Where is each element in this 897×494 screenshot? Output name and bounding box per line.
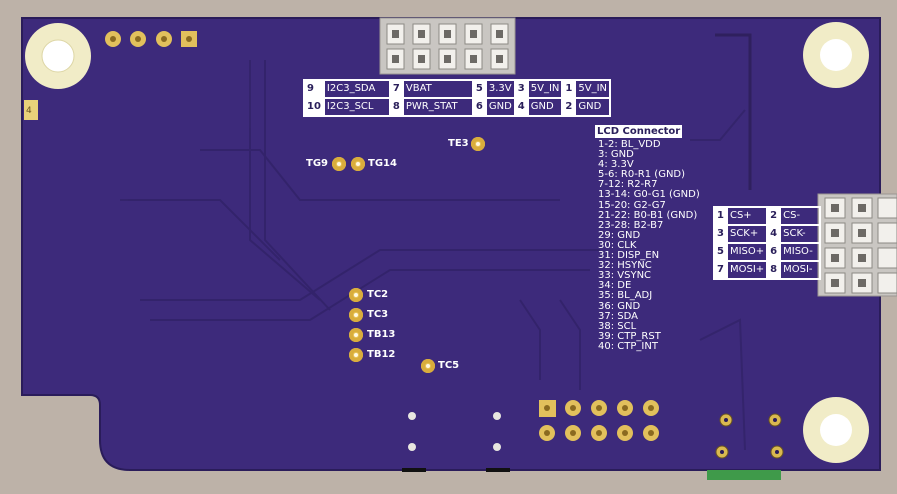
test-point-label-te3: TE3 (448, 138, 469, 149)
spi-row: 3 SCK+ 4 SCK- (713, 224, 822, 244)
pin-label: PWR_STAT (401, 97, 474, 117)
pin-label: GND (484, 97, 516, 117)
spi-row: 1 CS+ 2 CS- (713, 206, 822, 226)
pcb-view: 4 9 I2C3_SDA 7 VBAT 5 3.3V 3 5V_IN 1 5V_… (0, 0, 897, 494)
pin-number: 10 (303, 97, 325, 117)
test-point-icon (471, 137, 485, 151)
pin-number: 8 (388, 97, 404, 117)
pin-number: 3 (713, 224, 728, 244)
pin-label: I2C3_SCL (322, 97, 391, 117)
spi-row: 5 MISO+ 6 MISO- (713, 242, 822, 262)
pin-label: GND (574, 97, 612, 117)
pin-number: 4 (766, 224, 782, 244)
lcd-pin: 35: BL_ADJ (598, 290, 653, 302)
test-point-label-tc3: TC3 (367, 309, 389, 320)
pin-label: MOSI- (779, 260, 822, 280)
pin-label: MISO- (779, 242, 822, 262)
pin-label: SCK+ (725, 224, 769, 244)
test-point-icon (332, 157, 346, 171)
test-point-icon (349, 348, 363, 362)
pin-row: 9 I2C3_SDA 7 VBAT 5 3.3V 3 5V_IN 1 5V_IN (303, 79, 612, 99)
pin-label: 3.3V (484, 79, 516, 99)
pin-label: CS+ (725, 206, 769, 226)
pin-number: 9 (303, 79, 325, 99)
pin-number: 5 (713, 242, 728, 262)
test-point-label-tc5: TC5 (438, 360, 460, 371)
pin-label: SCK- (779, 224, 822, 244)
pin-number: 1 (561, 79, 577, 99)
pin-number: 7 (388, 79, 404, 99)
pin-number: 1 (713, 206, 728, 226)
pin-label: MOSI+ (725, 260, 769, 280)
pin-label: MISO+ (725, 242, 769, 262)
pin-number: 2 (561, 97, 577, 117)
pin-label: 5V_IN (574, 79, 612, 99)
test-point-icon (349, 288, 363, 302)
pin-header-legend: 9 I2C3_SDA 7 VBAT 5 3.3V 3 5V_IN 1 5V_IN… (303, 79, 612, 117)
pin-label: CS- (779, 206, 822, 226)
pin-label: 5V_IN (526, 79, 564, 99)
pin-row: 10 I2C3_SCL 8 PWR_STAT 6 GND 4 GND 2 GND (303, 97, 612, 117)
pin-number: 5 (471, 79, 487, 99)
lcd-pin-list: 1-2: BL_VDD 3: GND 4: 3.3V 5-6: R0-R1 (G… (598, 139, 700, 352)
test-point-icon (351, 157, 365, 171)
pin-number: 4 (513, 97, 529, 117)
pin-label: GND (526, 97, 564, 117)
pin-number: 2 (766, 206, 782, 226)
pin-label: VBAT (401, 79, 474, 99)
spi-row: 7 MOSI+ 8 MOSI- (713, 260, 822, 280)
pin-number: 6 (471, 97, 487, 117)
pin-label: I2C3_SDA (322, 79, 391, 99)
lcd-pin: 40: CTP_INT (598, 340, 658, 352)
test-point-label-tb12: TB12 (367, 349, 396, 360)
test-point-label-tg9: TG9 (306, 158, 328, 169)
test-point-label-tc2: TC2 (367, 289, 389, 300)
test-point-icon (421, 359, 435, 373)
pin-number: 3 (513, 79, 529, 99)
test-point-icon (349, 328, 363, 342)
test-point-label-tb13: TB13 (367, 329, 396, 340)
pin-number: 6 (766, 242, 782, 262)
test-point-icon (349, 308, 363, 322)
test-point-label-tg14: TG14 (368, 158, 397, 169)
lcd-connector-title: LCD Connector (595, 125, 683, 138)
spi-header-legend: 1 CS+ 2 CS- 3 SCK+ 4 SCK- 5 MISO+ 6 MISO… (713, 206, 822, 280)
pin-number: 7 (713, 260, 728, 280)
pin-number: 8 (766, 260, 782, 280)
corner-mark: 4 (26, 106, 32, 116)
